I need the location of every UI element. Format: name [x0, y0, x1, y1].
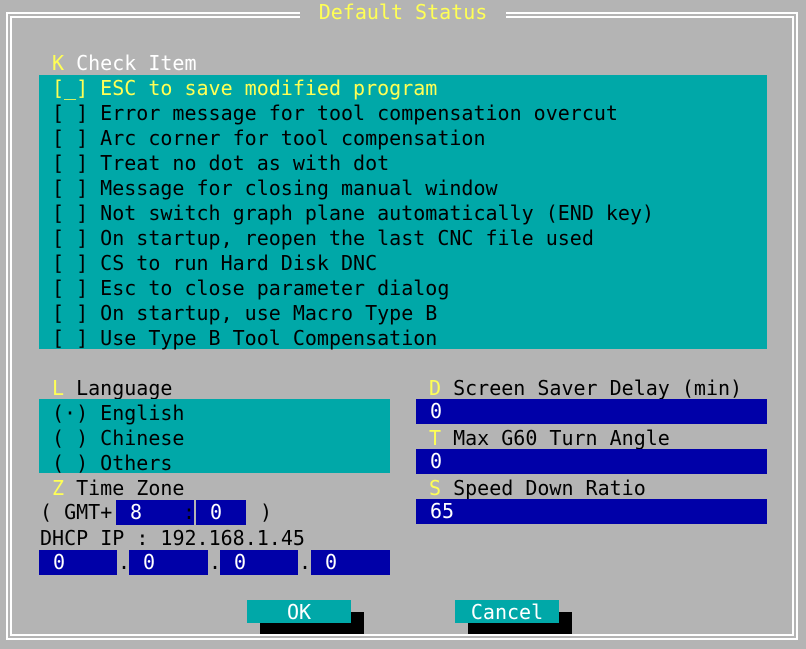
check-item-label: ESC to save modified program — [100, 76, 438, 100]
checkbox[interactable]: [ ] — [52, 251, 88, 275]
language-heading: L Language — [52, 376, 172, 401]
check-item[interactable]: [ ] Error message for tool compensation … — [52, 101, 618, 126]
dhcp-octet-2-value: 0 — [143, 550, 156, 574]
g60-field[interactable]: 0 — [416, 449, 767, 474]
language-option[interactable]: ( ) Others — [52, 451, 172, 476]
g60-hotkey: T — [429, 426, 442, 450]
timezone-prefix: ( GMT+ — [40, 500, 113, 524]
language-option-label: Chinese — [100, 426, 185, 450]
check-item-label: Not switch graph plane automatically (EN… — [100, 201, 655, 225]
checkbox[interactable]: [ ] — [52, 326, 88, 350]
dhcp-label: DHCP IP : 192.168.1.45 — [40, 526, 305, 550]
check-item[interactable]: [ ] Treat no dot as with dot — [52, 151, 389, 176]
checkbox[interactable]: [ ] — [52, 101, 88, 125]
screensaver-heading-label: Screen Saver Delay (min) — [453, 376, 743, 400]
checkbox[interactable]: [ ] — [52, 226, 88, 250]
check-item-label: Arc corner for tool compensation — [100, 126, 486, 150]
check-item[interactable]: [ ] Not switch graph plane automatically… — [52, 201, 654, 226]
dhcp-octet-3[interactable]: 0 — [220, 550, 298, 575]
checkbox[interactable]: [_] — [52, 76, 88, 100]
timezone-hours-value: 8 — [130, 500, 143, 524]
dhcp-octet-1[interactable]: 0 — [39, 550, 117, 575]
radio-button[interactable]: (·) — [52, 401, 88, 425]
check-item[interactable]: [ ] On startup, reopen the last CNC file… — [52, 226, 594, 251]
language-option-label: English — [100, 401, 185, 425]
check-hotkey: K — [52, 51, 65, 75]
check-item[interactable]: [ ] CS to run Hard Disk DNC — [52, 251, 377, 276]
screensaver-heading: D Screen Saver Delay (min) — [429, 376, 742, 401]
speed-hotkey: S — [429, 476, 442, 500]
speed-value: 65 — [430, 499, 455, 523]
language-option[interactable]: (·) English — [52, 401, 184, 426]
check-item-label: Message for closing manual window — [100, 176, 498, 200]
language-option[interactable]: ( ) Chinese — [52, 426, 184, 451]
check-item[interactable]: [ ] Message for closing manual window — [52, 176, 498, 201]
check-item-label: Esc to close parameter dialog — [100, 276, 450, 300]
check-item-label: Error message for tool compensation over… — [100, 101, 618, 125]
timezone-minutes-value: 0 — [210, 500, 223, 524]
speed-field[interactable]: 65 — [416, 499, 767, 524]
timezone-separator: : — [183, 500, 196, 524]
dhcp-octet-4-value: 0 — [325, 550, 338, 574]
screensaver-hotkey: D — [429, 376, 442, 400]
dhcp-dot-3: . — [299, 550, 312, 574]
language-option-label: Others — [100, 451, 173, 475]
check-item[interactable]: [ ] Arc corner for tool compensation — [52, 126, 485, 151]
dhcp-octet-3-value: 0 — [234, 550, 247, 574]
timezone-hotkey: Z — [52, 476, 65, 500]
language-heading-label: Language — [76, 376, 173, 400]
timezone-heading: Z Time Zone — [52, 476, 184, 501]
speed-heading: S Speed Down Ratio — [429, 476, 646, 501]
speed-heading-label: Speed Down Ratio — [453, 476, 646, 500]
dhcp-octet-1-value: 0 — [53, 550, 66, 574]
dialog-title: Default Status — [300, 0, 506, 25]
cancel-button[interactable]: Cancel — [455, 600, 559, 624]
checkbox[interactable]: [ ] — [52, 126, 88, 150]
screensaver-field[interactable]: 0 — [416, 399, 767, 424]
dhcp-octet-4[interactable]: 0 — [311, 550, 390, 575]
check-item[interactable]: [ ] Esc to close parameter dialog — [52, 276, 449, 301]
g60-heading-label: Max G60 Turn Angle — [453, 426, 670, 450]
language-hotkey: L — [52, 376, 65, 400]
check-heading: K Check Item — [52, 51, 197, 76]
checkbox[interactable]: [ ] — [52, 276, 88, 300]
check-item-label: On startup, reopen the last CNC file use… — [100, 226, 594, 250]
screensaver-value: 0 — [430, 399, 443, 423]
timezone-heading-label: Time Zone — [76, 476, 185, 500]
radio-button[interactable]: ( ) — [52, 451, 88, 475]
dhcp-octet-2[interactable]: 0 — [129, 550, 208, 575]
ok-button[interactable]: OK — [247, 600, 351, 624]
checkbox[interactable]: [ ] — [52, 176, 88, 200]
checkbox[interactable]: [ ] — [52, 151, 88, 175]
check-item[interactable]: [ ] On startup, use Macro Type B — [52, 301, 437, 326]
timezone-minutes-field[interactable]: 0 — [196, 500, 246, 525]
check-item-label: CS to run Hard Disk DNC — [100, 251, 378, 275]
checkbox[interactable]: [ ] — [52, 201, 88, 225]
timezone-suffix: ) — [260, 500, 273, 524]
radio-button[interactable]: ( ) — [52, 426, 88, 450]
checkbox[interactable]: [ ] — [52, 301, 88, 325]
g60-heading: T Max G60 Turn Angle — [429, 426, 670, 451]
check-item-label: Use Type B Tool Compensation — [100, 326, 438, 350]
check-item[interactable]: [_] ESC to save modified program — [52, 76, 437, 101]
check-item-label: Treat no dot as with dot — [100, 151, 390, 175]
check-item-label: On startup, use Macro Type B — [100, 301, 438, 325]
check-heading-label: Check Item — [76, 51, 197, 75]
check-item[interactable]: [ ] Use Type B Tool Compensation — [52, 326, 437, 351]
g60-value: 0 — [430, 449, 443, 473]
